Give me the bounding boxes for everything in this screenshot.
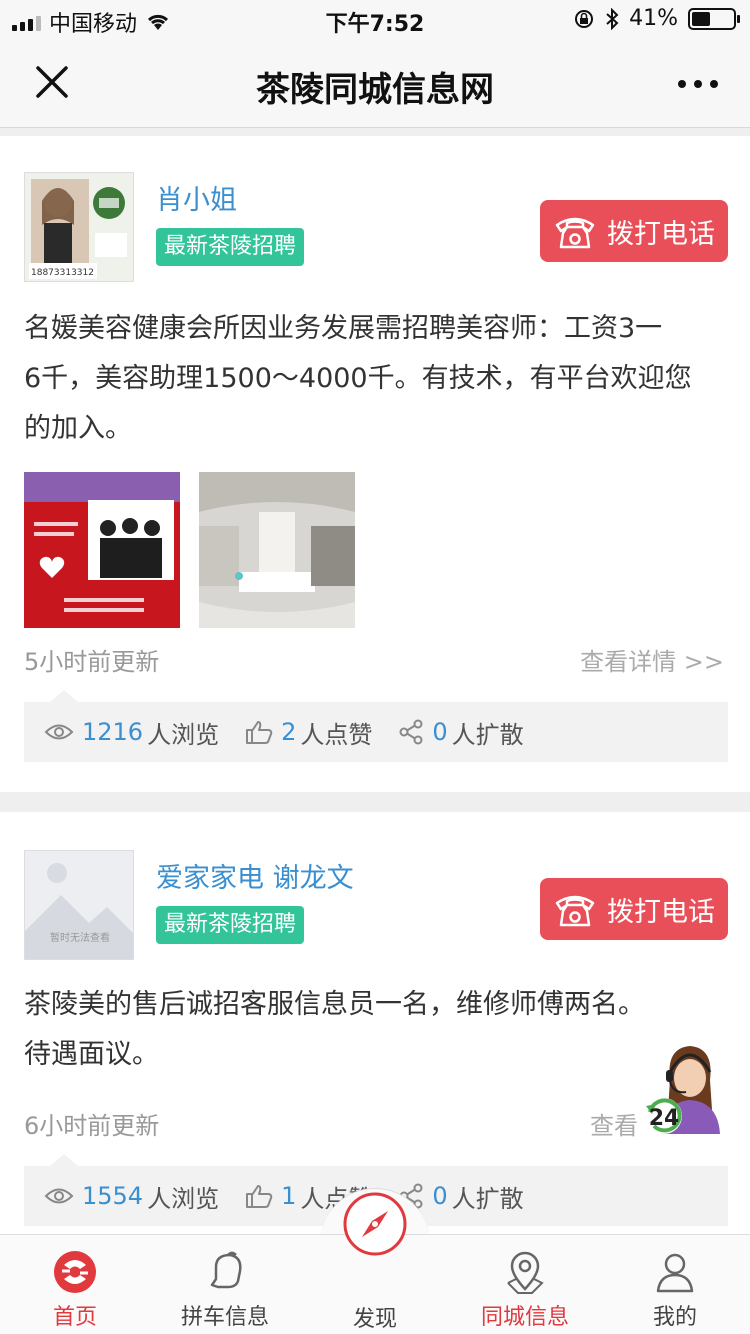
svg-text:18873313312: 18873313312 bbox=[31, 268, 94, 278]
views-stat: 1554 人浏览 bbox=[44, 1179, 219, 1214]
eye-icon bbox=[44, 724, 74, 740]
likes-stat[interactable]: 2 人点赞 bbox=[245, 715, 372, 750]
nav-bar: 茶陵同城信息网 bbox=[0, 40, 750, 128]
share-icon bbox=[399, 719, 423, 745]
avatar-placeholder-text: 暂时无法查看 bbox=[50, 931, 110, 944]
customer-service-assistant[interactable]: 24 bbox=[640, 1040, 730, 1134]
page-title: 茶陵同城信息网 bbox=[256, 70, 494, 110]
assistant-badge: 24 bbox=[649, 1106, 680, 1131]
phone-icon bbox=[555, 895, 595, 927]
shares-stat[interactable]: 0 人扩散 bbox=[398, 715, 524, 750]
home-icon bbox=[54, 1251, 96, 1293]
feed: 18873313312 肖小姐 最新茶陵招聘 拨打电话 名媛美容健康会所因业务发… bbox=[0, 136, 750, 1252]
call-label: 拨打电话 bbox=[607, 218, 715, 250]
bell-icon bbox=[210, 1251, 242, 1289]
tab-home[interactable]: 首页 bbox=[0, 1235, 150, 1334]
avatar[interactable]: 18873313312 bbox=[24, 172, 134, 282]
compass-icon bbox=[343, 1192, 407, 1256]
post-photo[interactable] bbox=[24, 472, 180, 628]
poster-name[interactable]: 爱家家电 谢龙文 bbox=[156, 856, 354, 895]
view-details-link[interactable]: 查看详情 >> bbox=[580, 642, 724, 677]
more-icon[interactable] bbox=[674, 62, 722, 106]
post-card: 18873313312 肖小姐 最新茶陵招聘 拨打电话 名媛美容健康会所因业务发… bbox=[0, 136, 750, 792]
call-button[interactable]: 拨打电话 bbox=[540, 878, 728, 940]
views-stat: 1216 人浏览 bbox=[44, 715, 219, 750]
poster-name[interactable]: 肖小姐 bbox=[156, 178, 237, 217]
call-label: 拨打电话 bbox=[607, 896, 715, 928]
tab-discover[interactable]: 发现 bbox=[300, 1192, 450, 1334]
bluetooth-icon bbox=[606, 7, 619, 30]
thumbs-up-icon bbox=[246, 1185, 273, 1208]
tab-bar: 首页 拼车信息 发现 同城信息 我的 bbox=[0, 1192, 750, 1334]
stats-bar: 1216 人浏览 2 人点赞 0 人扩散 bbox=[24, 690, 728, 762]
rotation-lock-icon bbox=[575, 9, 594, 28]
thumbs-up-icon bbox=[246, 721, 273, 744]
view-details-link[interactable]: 查看 bbox=[590, 1106, 638, 1141]
post-description: 茶陵美的售后诚招客服信息员一名，维修师傅两名。 待遇面议。 bbox=[24, 989, 645, 1070]
tab-carpool[interactable]: 拼车信息 bbox=[150, 1235, 300, 1334]
user-icon bbox=[656, 1253, 694, 1293]
category-tag[interactable]: 最新茶陵招聘 bbox=[156, 906, 305, 944]
battery-percent: 41% bbox=[629, 6, 678, 31]
eye-icon bbox=[44, 1188, 74, 1204]
battery-icon bbox=[688, 7, 740, 30]
status-bar: 中国移动 下午7:52 41% bbox=[0, 0, 750, 40]
update-time: 5小时前更新 bbox=[24, 648, 160, 676]
location-icon bbox=[507, 1251, 544, 1294]
phone-icon bbox=[555, 217, 595, 249]
avatar[interactable]: 暂时无法查看 bbox=[24, 850, 134, 960]
call-button[interactable]: 拨打电话 bbox=[540, 200, 728, 262]
post-photo[interactable] bbox=[199, 472, 355, 628]
post-description: 名媛美容健康会所因业务发展需招聘美容师：工资3一 6千，美容助理1500～400… bbox=[24, 313, 692, 444]
update-time: 6小时前更新 bbox=[24, 1112, 160, 1140]
category-tag[interactable]: 最新茶陵招聘 bbox=[156, 228, 305, 266]
post-card: 暂时无法查看 爱家家电 谢龙文 最新茶陵招聘 拨打电话 茶陵美的售后诚招客服信息… bbox=[0, 812, 750, 1252]
tab-local-info[interactable]: 同城信息 bbox=[450, 1235, 600, 1334]
tab-mine[interactable]: 我的 bbox=[600, 1235, 750, 1334]
